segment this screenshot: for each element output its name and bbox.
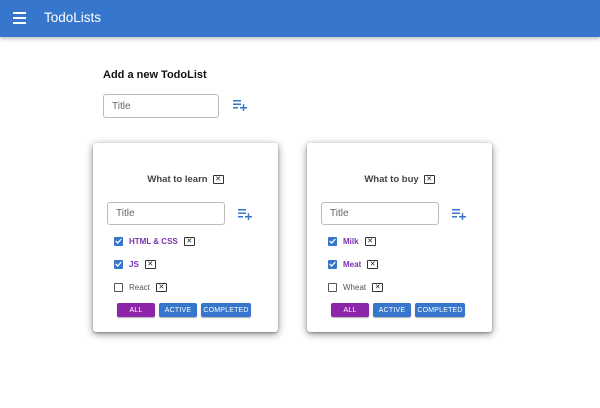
todolist-title: What to buy — [364, 174, 419, 185]
task-item: Meat ✕ — [328, 258, 379, 270]
task-item: Wheat ✕ — [328, 281, 384, 293]
app-bar: TodoLists — [0, 0, 600, 37]
filter-bar: ALL ACTIVE COMPLETED — [117, 303, 251, 317]
new-list-title-input[interactable] — [103, 94, 219, 118]
check-icon — [115, 261, 122, 267]
menu-icon[interactable] — [13, 12, 26, 24]
delete-task-button[interactable]: ✕ — [364, 236, 376, 246]
filter-all-button[interactable]: ALL — [117, 303, 155, 317]
filter-active-button[interactable]: ACTIVE — [373, 303, 411, 317]
task-label: React — [129, 282, 150, 292]
check-icon — [115, 238, 122, 244]
filter-active-button[interactable]: ACTIVE — [159, 303, 197, 317]
task-item: React ✕ — [114, 281, 167, 293]
filter-completed-button[interactable]: COMPLETED — [415, 303, 465, 317]
task-label: HTML & CSS — [129, 236, 178, 246]
filter-completed-button[interactable]: COMPLETED — [201, 303, 251, 317]
task-label: Milk — [343, 236, 359, 246]
add-list-heading: Add a new TodoList — [103, 69, 207, 81]
new-task-title-input[interactable] — [107, 202, 225, 225]
task-checkbox[interactable] — [114, 236, 123, 246]
playlist-add-icon[interactable] — [233, 99, 247, 111]
task-checkbox[interactable] — [114, 259, 123, 269]
todolist-title: What to learn — [147, 174, 208, 185]
delete-list-button[interactable]: ✕ — [423, 175, 435, 184]
task-checkbox[interactable] — [328, 259, 337, 269]
filter-all-button[interactable]: ALL — [331, 303, 369, 317]
check-icon — [329, 261, 336, 267]
delete-task-button[interactable]: ✕ — [372, 282, 384, 292]
task-item: JS ✕ — [114, 258, 156, 270]
filter-bar: ALL ACTIVE COMPLETED — [331, 303, 465, 317]
task-checkbox[interactable] — [114, 282, 123, 292]
add-task-icon[interactable] — [238, 208, 252, 220]
app-title: TodoLists — [44, 10, 102, 25]
task-label: Meat — [343, 259, 362, 269]
todolist-card: What to buy ✕ Milk ✕ Meat ✕ Wheat ✕ ALL … — [307, 143, 492, 332]
delete-list-button[interactable]: ✕ — [212, 175, 224, 184]
add-task-icon[interactable] — [452, 208, 466, 220]
delete-task-button[interactable]: ✕ — [144, 259, 156, 269]
task-checkbox[interactable] — [328, 282, 337, 292]
task-checkbox[interactable] — [328, 236, 337, 246]
task-item: Milk ✕ — [328, 235, 376, 247]
check-icon — [329, 238, 336, 244]
task-item: HTML & CSS ✕ — [114, 235, 195, 247]
delete-task-button[interactable]: ✕ — [367, 259, 379, 269]
card-header: What to buy ✕ — [307, 174, 492, 185]
task-label: Wheat — [343, 282, 367, 292]
task-label: JS — [129, 259, 139, 269]
new-task-title-input[interactable] — [321, 202, 439, 225]
todolist-card: What to learn ✕ HTML & CSS ✕ JS ✕ React … — [93, 143, 278, 332]
delete-task-button[interactable]: ✕ — [155, 282, 167, 292]
delete-task-button[interactable]: ✕ — [183, 236, 195, 246]
card-header: What to learn ✕ — [93, 174, 278, 185]
